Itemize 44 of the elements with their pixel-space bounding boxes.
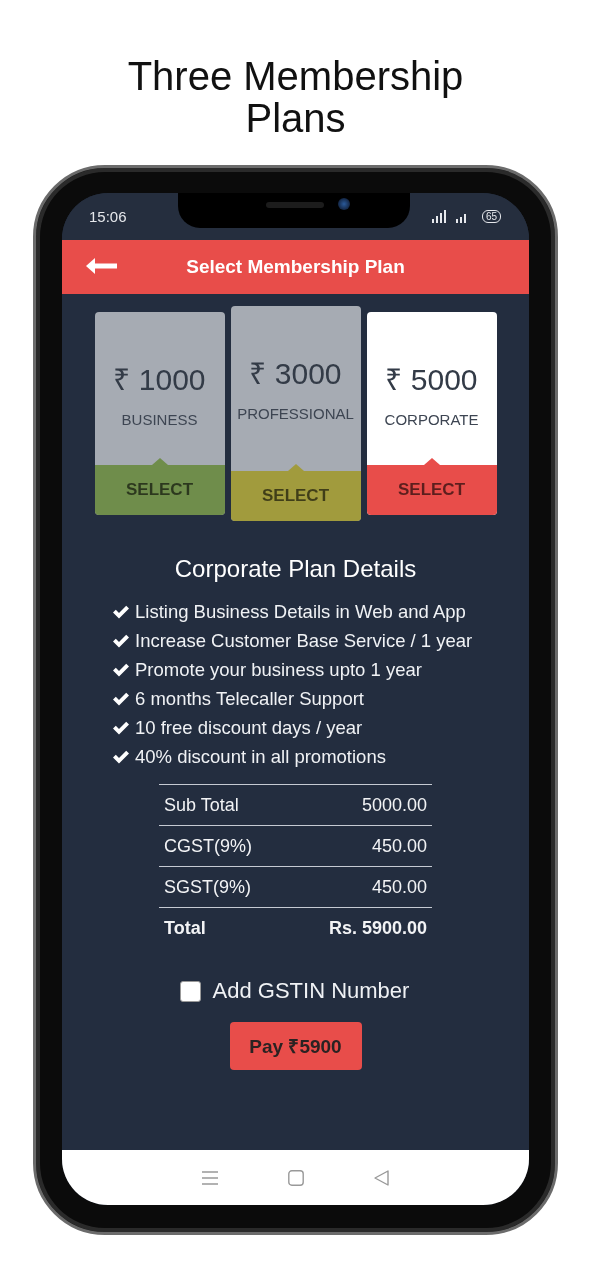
select-button[interactable]: SELECT <box>366 465 497 515</box>
plan-name: CORPORATE <box>384 411 479 428</box>
check-icon <box>112 691 130 706</box>
check-icon <box>112 749 130 764</box>
status-time: 15:06 <box>89 208 127 225</box>
gstin-checkbox[interactable] <box>179 980 201 1002</box>
plan-price: ₹ 5000 <box>385 362 478 398</box>
check-icon <box>112 662 130 677</box>
pay-button[interactable]: Pay ₹5900 <box>229 1022 362 1070</box>
summary-value: Rs. 5900.00 <box>288 907 432 948</box>
check-icon <box>112 633 130 648</box>
check-icon <box>112 604 130 619</box>
plan-name: BUSINESS <box>121 411 198 428</box>
select-button[interactable]: SELECT <box>94 465 225 515</box>
summary-value: 5000.00 <box>288 784 432 826</box>
page-heading: Three Membership Plans <box>126 55 465 139</box>
back-icon[interactable] <box>374 1169 389 1186</box>
summary-label: CGST(9%) <box>159 825 289 867</box>
feature-text: Promote your business upto 1 year <box>135 658 422 681</box>
feature-text: Increase Customer Base Service / 1 year <box>135 629 473 652</box>
select-button[interactable]: SELECT <box>230 471 361 521</box>
home-icon[interactable] <box>288 1169 304 1186</box>
summary-value: 450.00 <box>288 866 432 908</box>
screen-title: Select Membership Plan <box>186 256 405 278</box>
feature-text: 10 free discount days / year <box>135 716 363 739</box>
battery-icon: 65 <box>481 210 501 223</box>
plan-card[interactable]: ₹ 1000 BUSINESS SELECT <box>94 312 225 515</box>
feature-text: 6 months Telecaller Support <box>135 687 364 710</box>
check-icon <box>112 720 130 735</box>
summary-label: SGST(9%) <box>159 866 289 908</box>
plan-card[interactable]: ₹ 5000 CORPORATE SELECT <box>366 312 497 515</box>
menu-icon[interactable] <box>202 1169 218 1186</box>
feature-text: 40% discount in all promotions <box>135 745 386 768</box>
details-title: Corporate Plan Details <box>174 555 417 583</box>
plan-price: ₹ 1000 <box>113 362 206 398</box>
back-arrow-icon[interactable] <box>86 258 117 274</box>
summary-label: Total <box>159 907 289 948</box>
plan-card[interactable]: ₹ 3000 PROFESSIONAL SELECT <box>230 306 361 521</box>
summary-value: 450.00 <box>288 825 432 867</box>
plan-name: PROFESSIONAL <box>237 405 354 422</box>
checkbox-label: Add GSTIN Number <box>212 978 410 1004</box>
feature-text: Listing Business Details in Web and App <box>135 600 466 623</box>
plan-price: ₹ 3000 <box>249 356 342 392</box>
summary-label: Sub Total <box>159 784 289 826</box>
